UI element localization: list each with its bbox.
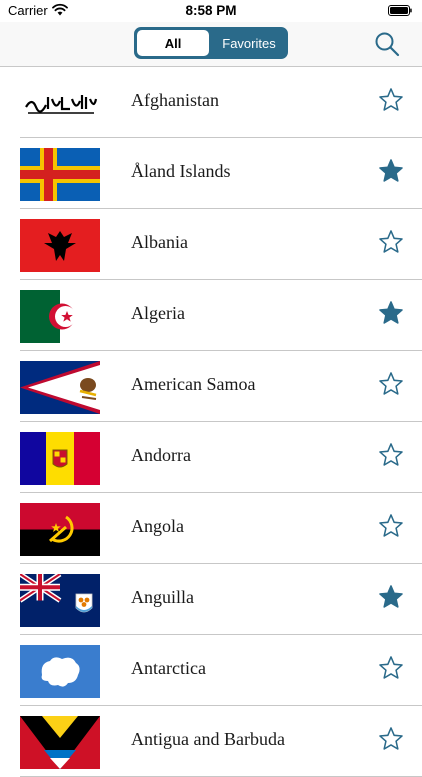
list-item[interactable]: Antigua and Barbuda <box>20 706 422 777</box>
country-name: Algeria <box>131 303 185 323</box>
country-name: Angola <box>131 516 184 536</box>
country-name: Afghanistan <box>131 90 219 110</box>
segment-favorites[interactable]: Favorites <box>211 28 287 58</box>
list-item[interactable]: Albania <box>20 209 422 280</box>
star-filled-icon[interactable] <box>378 300 404 326</box>
list-item[interactable]: Åland Islands <box>20 138 422 209</box>
search-icon[interactable] <box>374 31 400 57</box>
star-outline-icon[interactable] <box>378 442 404 468</box>
flag-afghanistan-icon <box>20 77 100 130</box>
flag-albania-icon <box>20 219 100 272</box>
flag-algeria-icon <box>20 290 100 343</box>
country-name: Andorra <box>131 445 191 465</box>
flag-angola-icon <box>20 503 100 556</box>
navigation-bar: All Favorites <box>0 22 422 67</box>
country-name: Antarctica <box>131 658 206 678</box>
status-bar: Carrier 8:58 PM <box>0 0 422 22</box>
star-filled-icon[interactable] <box>378 158 404 184</box>
list-item[interactable]: Angola <box>20 493 422 564</box>
list-item[interactable]: Andorra <box>20 422 422 493</box>
flag-antarctica-icon <box>20 645 100 698</box>
country-name: Anguilla <box>131 587 194 607</box>
flag-antigua-and-barbuda-icon <box>20 716 100 769</box>
star-filled-icon[interactable] <box>378 584 404 610</box>
star-outline-icon[interactable] <box>378 513 404 539</box>
country-name: Åland Islands <box>131 161 231 181</box>
flag-anguilla-icon <box>20 574 100 627</box>
list-item[interactable]: Antarctica <box>20 635 422 706</box>
star-outline-icon[interactable] <box>378 726 404 752</box>
country-name: Antigua and Barbuda <box>131 729 285 749</box>
star-outline-icon[interactable] <box>378 371 404 397</box>
flag-american-samoa-icon <box>20 361 100 414</box>
list-item[interactable]: Anguilla <box>20 564 422 635</box>
segment-all[interactable]: All <box>137 30 209 56</box>
country-name: American Samoa <box>131 374 256 394</box>
battery-icon <box>388 5 412 16</box>
star-outline-icon[interactable] <box>378 87 404 113</box>
filter-segmented-control[interactable]: All Favorites <box>134 27 288 59</box>
list-item[interactable]: Algeria <box>20 280 422 351</box>
country-name: Albania <box>131 232 188 252</box>
star-outline-icon[interactable] <box>378 229 404 255</box>
country-list: Afghanistan Åland Islands Albania Algeri… <box>0 67 422 777</box>
flag-aland-islands-icon <box>20 148 100 201</box>
list-item[interactable]: American Samoa <box>20 351 422 422</box>
flag-andorra-icon <box>20 432 100 485</box>
clock: 8:58 PM <box>185 3 237 18</box>
list-item[interactable]: Afghanistan <box>20 67 422 138</box>
star-outline-icon[interactable] <box>378 655 404 681</box>
